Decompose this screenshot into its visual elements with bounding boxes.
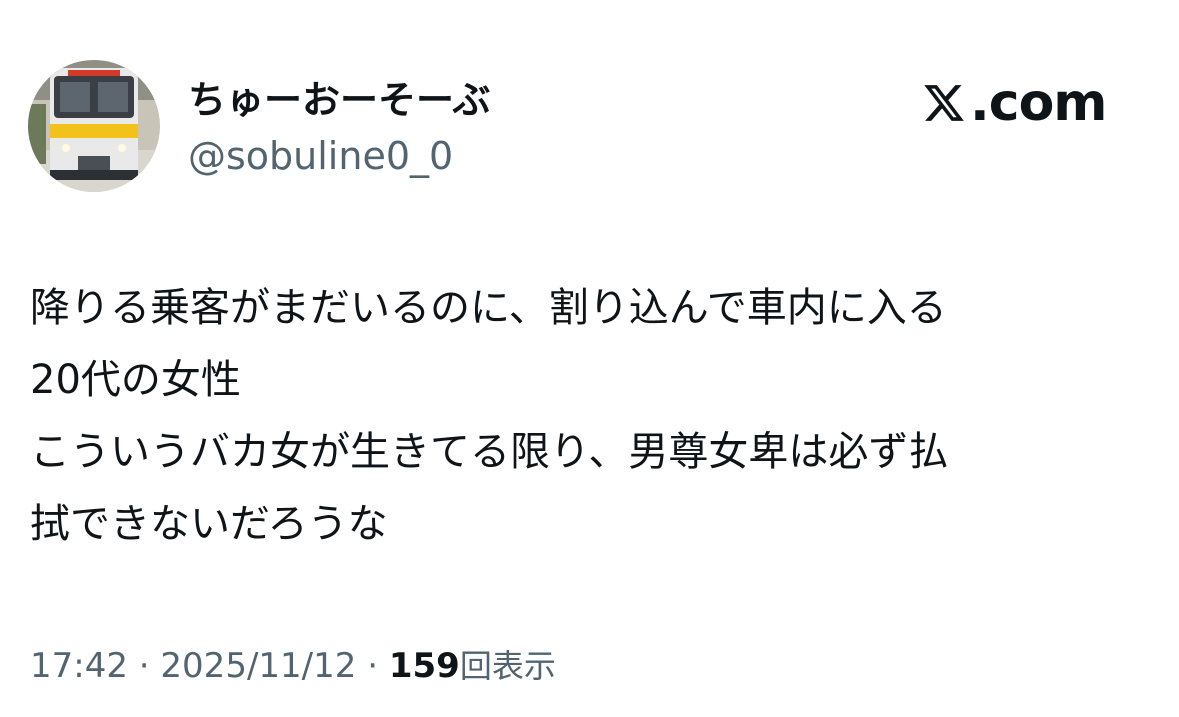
avatar[interactable] <box>28 60 160 192</box>
meta-separator: · <box>127 646 161 686</box>
train-avatar-icon <box>28 60 160 192</box>
views-label: 回表示 <box>459 647 556 685</box>
brand-logo: .com <box>922 72 1107 134</box>
user-handle[interactable]: @sobuline0_0 <box>188 132 453 180</box>
meta-separator: · <box>356 646 389 686</box>
views-count[interactable]: 159 <box>389 646 460 686</box>
tweet-line: 拭できないだろうな <box>30 501 388 547</box>
tweet-time[interactable]: 17:42 <box>30 646 128 686</box>
tweet-text: 降りる乗客がまだいるのに、割り込んで車内に入る 20代の女性 こういうバカ女が生… <box>30 272 1160 560</box>
tweet-line: こういうバカ女が生きてる限り、男尊女卑は必ず払 <box>30 429 949 475</box>
x-logo-icon <box>924 85 964 121</box>
tweet-line: 20代の女性 <box>30 357 241 403</box>
tweet-line: 降りる乗客がまだいるのに、割り込んで車内に入る <box>30 285 947 331</box>
tweet-date[interactable]: 2025/11/12 <box>160 646 356 686</box>
display-name[interactable]: ちゅーおーそーぶ <box>188 76 490 124</box>
tweet-meta: 17:42 · 2025/11/12 · 159回表示 <box>30 642 556 690</box>
brand-text: .com <box>970 73 1107 133</box>
